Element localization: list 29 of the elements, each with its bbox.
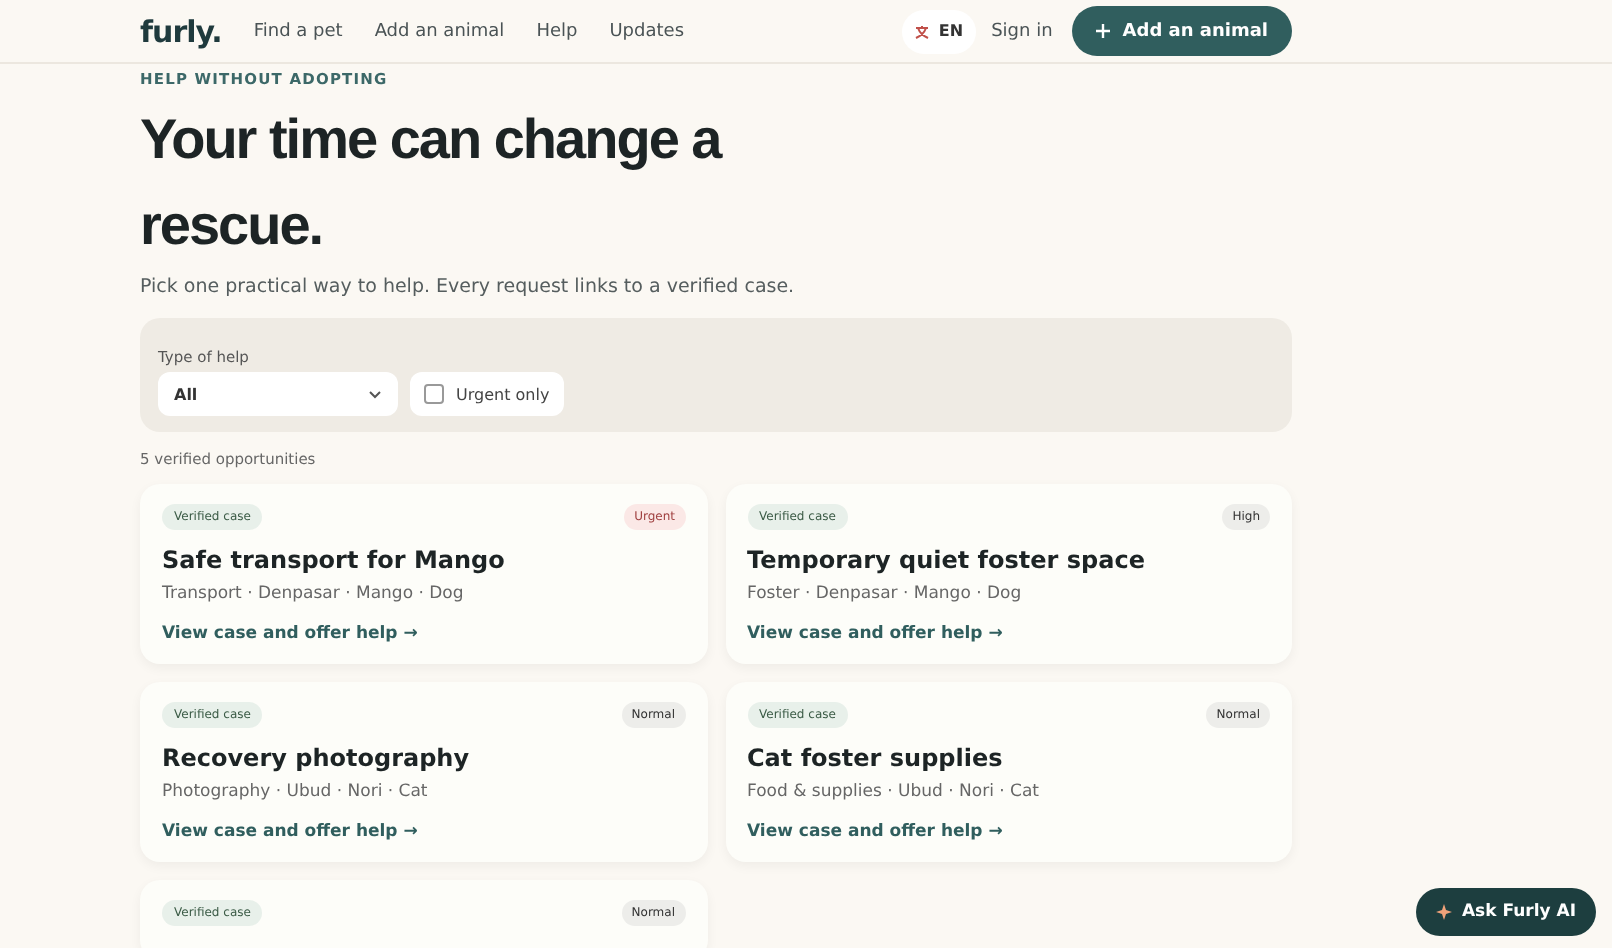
case-link[interactable]: View case and offer help → bbox=[162, 624, 418, 644]
case-link[interactable]: View case and offer help → bbox=[162, 822, 418, 842]
nav-link[interactable]: Add an animal bbox=[374, 21, 505, 41]
add-animal-button[interactable]: Add an animal bbox=[1072, 6, 1292, 56]
case-link[interactable]: View case and offer help → bbox=[747, 822, 1003, 842]
plus-icon bbox=[1096, 24, 1111, 38]
card-title: Recovery photography bbox=[162, 744, 472, 772]
urgent-checkbox[interactable]: Urgent only bbox=[410, 372, 564, 416]
page-title: Your time can change a rescue. bbox=[140, 106, 724, 260]
nav-link[interactable]: Help bbox=[536, 21, 578, 41]
card-meta: Food & supplies · Ubud · Nori · Cat bbox=[747, 782, 1042, 802]
card-meta: Photography · Ubud · Nori · Cat bbox=[162, 782, 430, 802]
case-link[interactable]: View case and offer help → bbox=[747, 624, 1003, 644]
intro-text: Pick one practical way to help. Every request links to a verified case. bbox=[140, 276, 797, 298]
language-button[interactable]: EN bbox=[902, 9, 976, 53]
card-meta: Foster · Denpasar · Mango · Dog bbox=[747, 584, 1024, 604]
type-select[interactable]: All bbox=[158, 372, 398, 416]
nav-link[interactable]: Find a pet bbox=[253, 21, 343, 41]
card-title: Cat foster supplies bbox=[747, 744, 1005, 772]
nav-link[interactable]: Updates bbox=[609, 21, 685, 41]
card-title: Safe transport for Mango bbox=[162, 546, 507, 574]
sparkle-icon bbox=[1435, 904, 1452, 920]
logo[interactable]: furly. bbox=[140, 13, 222, 49]
card-meta: Transport · Denpasar · Mango · Dog bbox=[162, 584, 466, 604]
chevron-icon bbox=[368, 389, 382, 399]
translate-icon bbox=[914, 23, 931, 39]
assistant-button[interactable]: Ask Furly AI bbox=[1415, 888, 1596, 936]
sign-in-link[interactable]: Sign in bbox=[991, 21, 1053, 41]
card-title: Temporary quiet foster space bbox=[747, 546, 1147, 574]
